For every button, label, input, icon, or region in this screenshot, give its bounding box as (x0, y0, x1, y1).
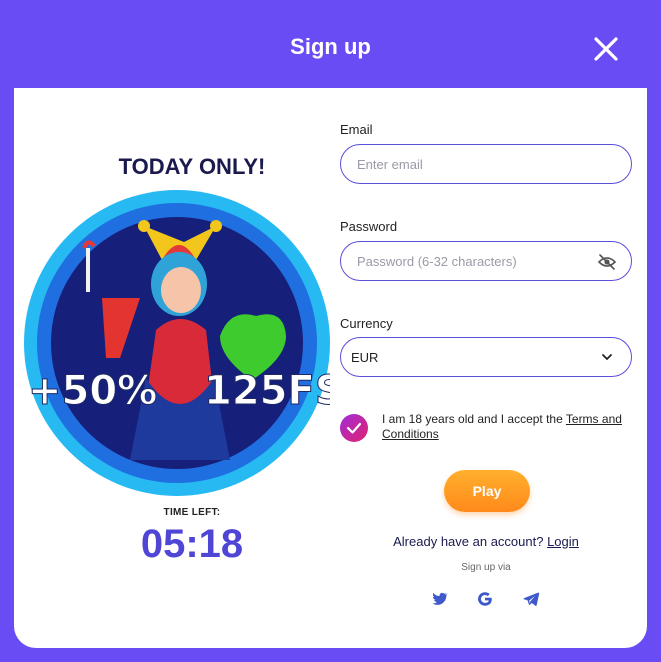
telegram-icon[interactable] (522, 590, 540, 608)
email-placeholder: Enter email (357, 157, 423, 172)
login-prompt: Already have an account? Login (340, 534, 632, 549)
modal-title: Sign up (290, 34, 371, 59)
password-label: Password (340, 219, 398, 234)
login-link[interactable]: Login (547, 534, 579, 549)
email-label: Email (340, 122, 373, 137)
login-prompt-text: Already have an account? (393, 534, 548, 549)
currency-label: Currency (340, 316, 393, 331)
email-field[interactable]: Enter email (340, 144, 632, 184)
terms-checkbox[interactable] (340, 414, 368, 442)
eye-slash-icon[interactable] (597, 253, 617, 271)
promo-headline: TODAY ONLY! (118, 154, 266, 179)
signup-card: TODAY ONLY! +50% 125FS TIME LEFT: 05:18 … (14, 88, 647, 648)
twitter-icon[interactable] (430, 590, 448, 608)
timer-label: TIME LEFT: (163, 507, 221, 518)
checkmark-icon (346, 422, 362, 434)
currency-select[interactable]: EUR (340, 337, 632, 377)
chevron-down-icon (602, 354, 612, 361)
currency-value: EUR (351, 350, 379, 365)
terms-statement: I am 18 years old and I accept the (382, 412, 566, 426)
signup-via-label: Sign up via (461, 562, 511, 573)
bonus-percent: +50% (28, 368, 157, 414)
bonus-freespins: 125FS (204, 368, 330, 414)
modal-header: Sign up (0, 0, 661, 92)
google-icon[interactable] (476, 590, 494, 608)
terms-text: I am 18 years old and I accept the Terms… (382, 412, 632, 442)
close-icon[interactable] (592, 35, 620, 63)
countdown-timer: 05:18 (140, 522, 244, 566)
password-placeholder: Password (6-32 characters) (357, 254, 517, 269)
password-field[interactable]: Password (6-32 characters) (340, 241, 632, 281)
play-button[interactable]: Play (444, 470, 530, 512)
promo-medallion: +50% 125FS (24, 190, 330, 496)
